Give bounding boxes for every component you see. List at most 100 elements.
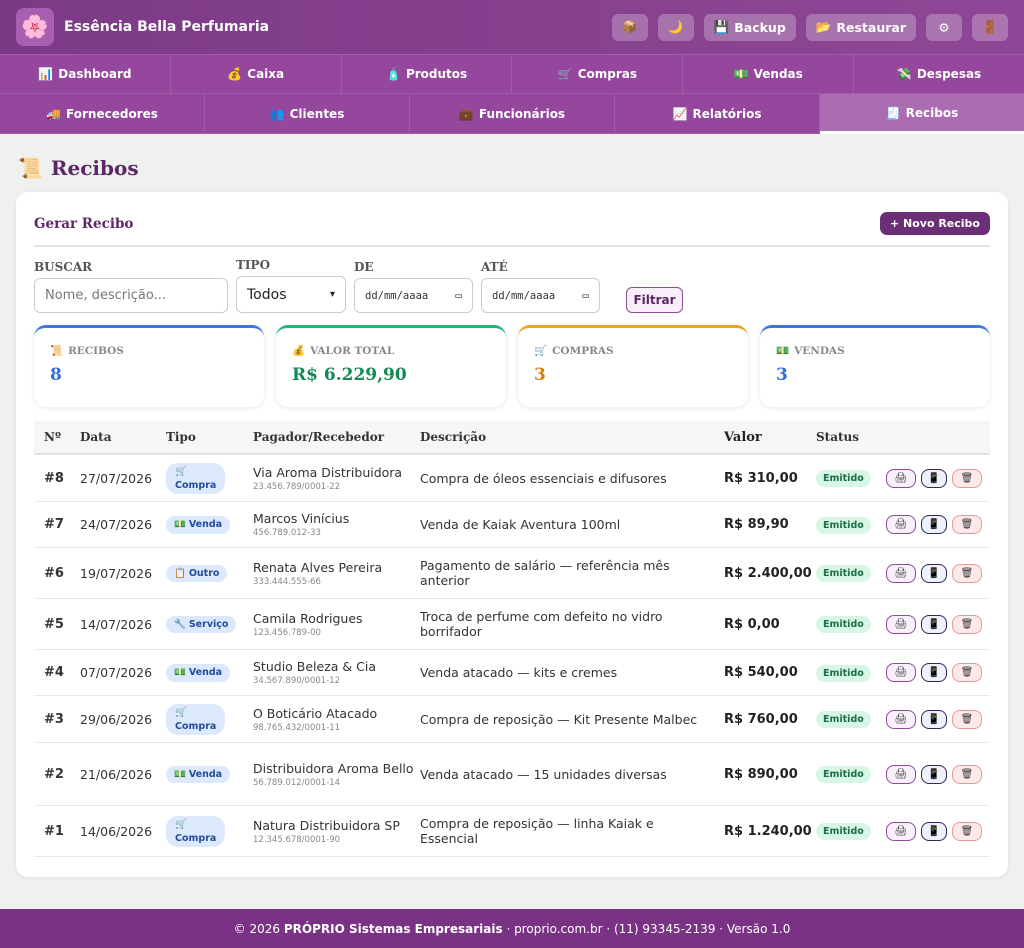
restaurar-button[interactable]: 📂 Restaurar — [805, 13, 916, 41]
whatsapp-button[interactable]: 📱 — [921, 663, 947, 682]
payer-cell: O Boticário Atacado 98.765.432/0001-11 — [253, 706, 420, 733]
nav-item-funcionários[interactable]: 💼 Funcionários — [410, 94, 615, 134]
gear-button[interactable]: ⚙ — [926, 13, 962, 41]
whatsapp-button[interactable]: 📱 — [921, 614, 947, 634]
footer-info: · proprio.com.br · (11) 93345-2139 · Ver… — [502, 921, 791, 936]
print-button[interactable]: 🖨 — [886, 821, 916, 841]
floppy-icon: 💾 — [713, 19, 730, 34]
filter-button[interactable]: Filtrar — [626, 287, 683, 313]
table-row: #5 14/07/2026 🔧 Serviço Camila Rodrigues 123.… — [34, 599, 990, 650]
print-button[interactable]: 🖨 — [886, 563, 916, 583]
nav-icon: 📈 — [672, 106, 688, 121]
backup-button[interactable]: 💾 Backup — [703, 13, 796, 41]
moon-icon: 🌙 — [667, 19, 684, 34]
date-from-input[interactable]: dd/mm/aaaa ▭ — [354, 278, 473, 313]
nav-item-clientes[interactable]: 👥 Clientes — [205, 94, 410, 134]
receipt-description: Troca de perfume com defeito no vidro bo… — [420, 609, 663, 639]
delete-button[interactable]: 🗑 — [952, 709, 982, 729]
nav-item-label: Clientes — [289, 106, 345, 121]
new-receipt-button[interactable]: + Novo Recibo — [879, 212, 990, 235]
delete-button[interactable]: 🗑 — [952, 821, 982, 841]
nav-item-relatórios[interactable]: 📈 Relatórios — [615, 94, 820, 134]
column-header: Valor — [724, 429, 762, 445]
column-header: Pagador/Recebedor — [253, 430, 385, 444]
door-icon: 🚪 — [982, 19, 998, 34]
status-badge: Emitido — [816, 565, 871, 582]
stat-label-row: 🛒 COMPRAS — [534, 344, 732, 358]
receipt-date: 21/06/2026 — [80, 766, 153, 782]
whatsapp-button[interactable]: 📱 — [921, 563, 947, 583]
delete-button[interactable]: 🗑 — [952, 764, 982, 784]
print-icon: 🖨 — [894, 618, 908, 630]
search-input[interactable]: Nome, descrição... — [34, 278, 228, 313]
nav-item-dashboard[interactable]: 📊 Dashboard — [0, 55, 171, 94]
payer-cell: Via Aroma Distribuidora 23.456.789/0001-2… — [253, 465, 420, 492]
whatsapp-button[interactable]: 📱 — [921, 764, 947, 784]
nav-item-produtos[interactable]: 🧴 Produtos — [341, 55, 513, 94]
tipo-cell: 💵 Venda — [166, 515, 253, 534]
delete-button[interactable]: 🗑 — [952, 663, 982, 682]
receipt-number: #7 — [44, 517, 64, 532]
nav-item-vendas[interactable]: 💵 Vendas — [683, 55, 855, 94]
box-button[interactable]: 📦 — [611, 13, 648, 41]
print-button[interactable]: 🖨 — [886, 515, 916, 534]
stat-label: RECIBOS — [68, 344, 124, 357]
whatsapp-button[interactable]: 📱 — [921, 515, 947, 534]
tipo-select[interactable]: Todos ▾ — [236, 276, 346, 313]
whatsapp-icon: 📱 — [927, 768, 941, 780]
nav-item-despesas[interactable]: 💸 Despesas — [854, 55, 1024, 94]
nav-item-label: Vendas — [753, 67, 803, 81]
nav-item-compras[interactable]: 🛒 Compras — [512, 55, 684, 94]
print-button[interactable]: 🖨 — [886, 709, 916, 729]
calendar-icon[interactable]: ▭ — [455, 289, 462, 302]
payer-name: Natura Distribuidora SP — [253, 817, 400, 833]
page-title-text: Recibos — [50, 156, 139, 180]
print-button[interactable]: 🖨 — [886, 614, 916, 634]
stat-card-3: 💵 VENDAS 3 — [760, 325, 990, 407]
print-button[interactable]: 🖨 — [886, 764, 916, 784]
payer-cell: Distribuidora Aroma Bello 56.789.012/0001… — [253, 761, 420, 788]
print-button[interactable]: 🖨 — [886, 468, 916, 488]
delete-icon: 🗑 — [960, 667, 974, 678]
tipo-cell: 🛒 Compra — [166, 815, 253, 848]
nav-item-label: Relatórios — [692, 106, 762, 121]
delete-button[interactable]: 🗑 — [952, 614, 982, 634]
stat-icon: 💵 — [776, 345, 790, 357]
delete-button[interactable]: 🗑 — [952, 563, 982, 583]
print-button[interactable]: 🖨 — [886, 663, 916, 682]
stats-row: 📜 RECIBOS 8 💰 VALOR TOTAL R$ 6.229,90 🛒 COMPRAS… — [34, 325, 990, 407]
nav-item-recibos[interactable]: 🧾 Recibos — [820, 94, 1024, 134]
whatsapp-button[interactable]: 📱 — [921, 709, 947, 729]
calendar-icon[interactable]: ▭ — [582, 289, 589, 302]
column-header: Status — [816, 430, 860, 444]
print-icon: 🖨 — [894, 567, 908, 579]
delete-button[interactable]: 🗑 — [952, 515, 982, 534]
receipt-value: R$ 2.400,00 — [724, 565, 812, 581]
nav-icon: 👥 — [269, 106, 285, 121]
tipo-icon: 🛒 — [175, 818, 187, 830]
delete-button[interactable]: 🗑 — [952, 468, 982, 488]
door-button[interactable]: 🚪 — [972, 13, 1008, 41]
delete-icon: 🗑 — [960, 519, 974, 530]
tipo-badge: 💵 Venda — [166, 664, 231, 682]
whatsapp-button[interactable]: 📱 — [921, 821, 947, 841]
nav-item-caixa[interactable]: 💰 Caixa — [170, 55, 342, 94]
nav-item-label: Despesas — [916, 67, 982, 81]
whatsapp-button[interactable]: 📱 — [921, 468, 947, 488]
payer-cell: Natura Distribuidora SP 12.345.678/0001-9… — [253, 818, 420, 845]
column-header: Descrição — [420, 430, 487, 444]
payer-name: Renata Alves Pereira — [253, 559, 383, 575]
delete-icon: 🗑 — [960, 713, 974, 725]
receipt-description: Pagamento de salário — referência mês an… — [420, 558, 670, 588]
tipo-badge: 💵 Venda — [166, 516, 231, 534]
footer-prefix: © 2026 — [233, 921, 284, 936]
moon-button[interactable]: 🌙 — [657, 13, 694, 41]
payer-name: Marcos Vinícius — [253, 511, 350, 526]
receipt-description: Venda de Kaiak Aventura 100ml — [420, 517, 621, 532]
date-to-input[interactable]: dd/mm/aaaa ▭ — [481, 278, 600, 313]
column-header: Data — [80, 430, 112, 444]
nav-item-fornecedores[interactable]: 🚚 Fornecedores — [0, 94, 205, 134]
receipt-value: R$ 760,00 — [724, 711, 798, 727]
stat-label: VENDAS — [794, 344, 845, 357]
status-cell: Emitido — [816, 564, 886, 582]
